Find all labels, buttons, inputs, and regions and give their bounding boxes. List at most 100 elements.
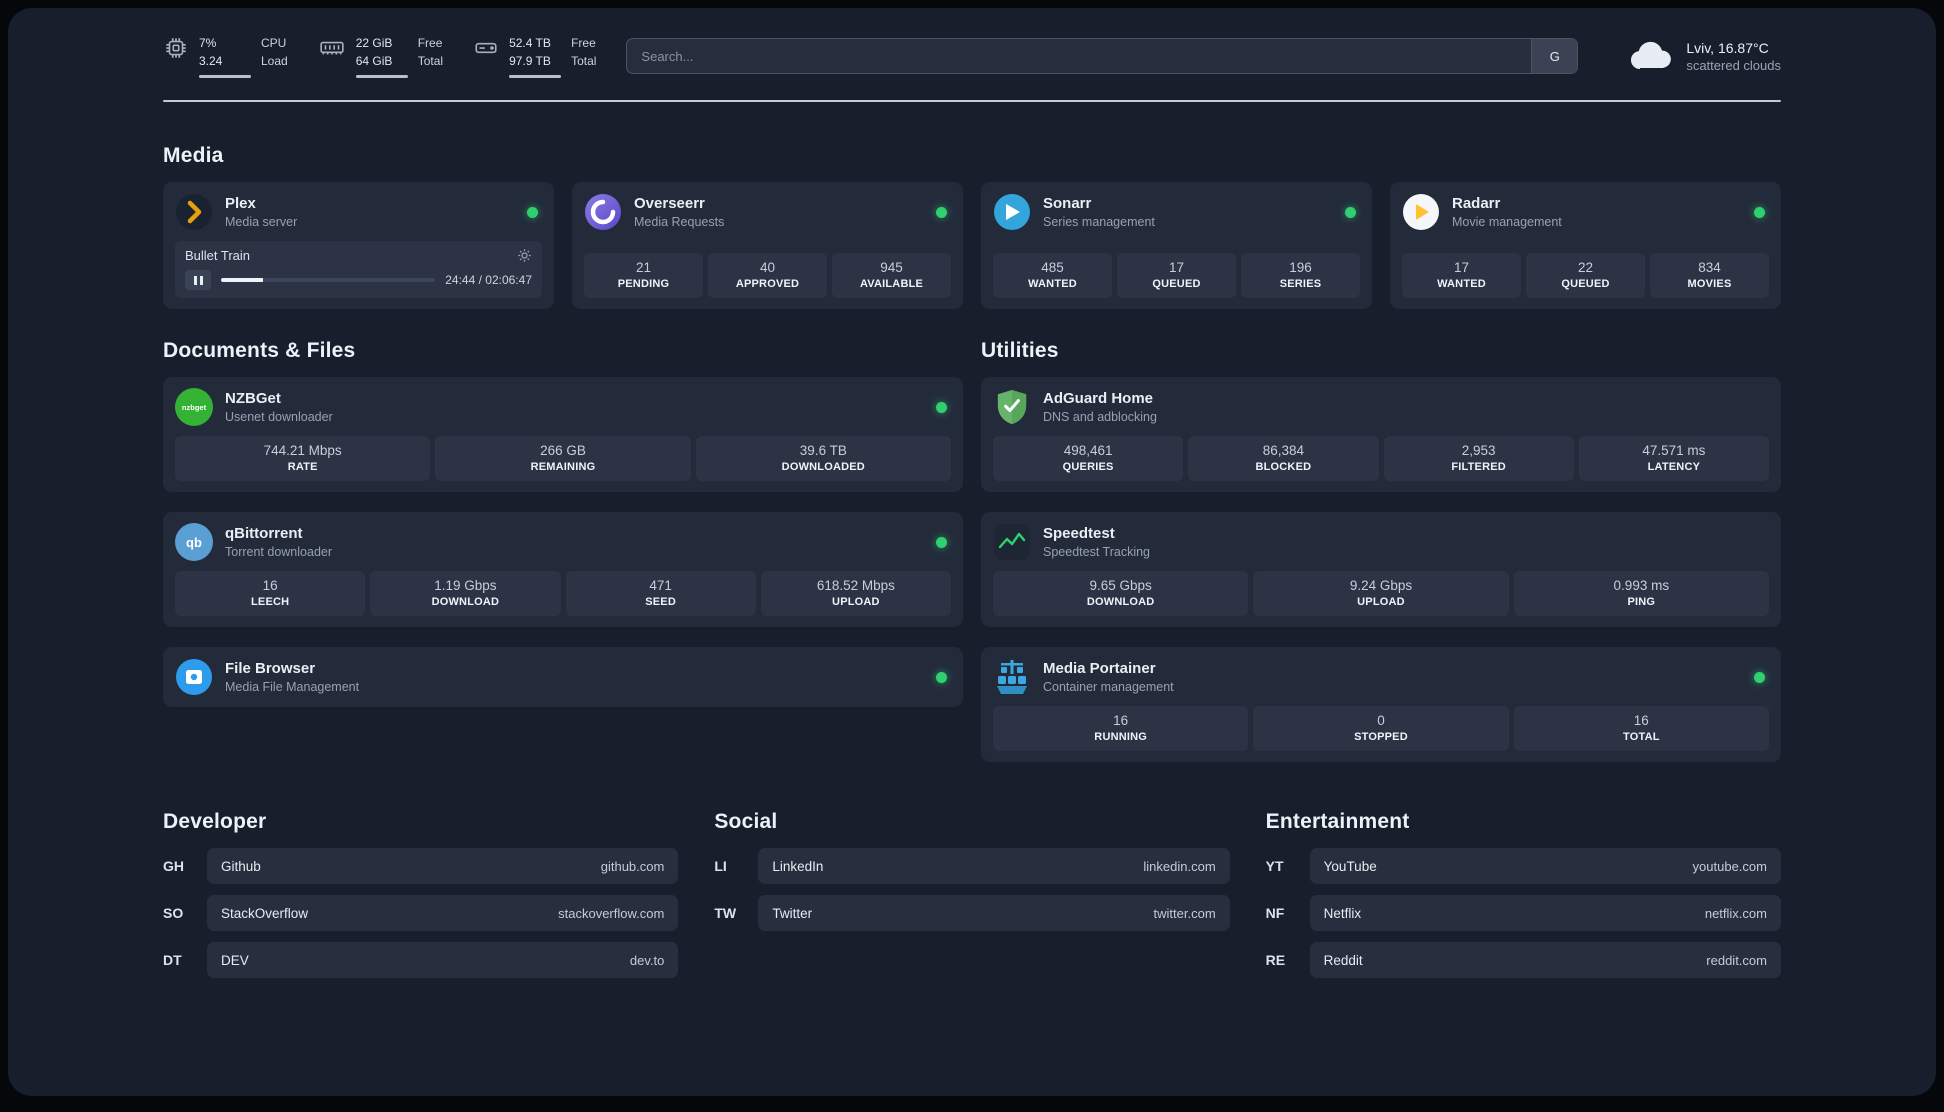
- topbar-divider: [163, 100, 1781, 102]
- bookmark-stackoverflow[interactable]: SO StackOverflow stackoverflow.com: [163, 895, 679, 931]
- bookmark-name: YouTube: [1323, 858, 1377, 874]
- bookmark-dev[interactable]: DT DEV dev.to: [163, 942, 679, 978]
- stat-queued: 17 QUEUED: [1117, 253, 1236, 298]
- cpu-load-value: 3.24: [199, 54, 223, 68]
- stat-queued: 22 QUEUED: [1526, 253, 1645, 298]
- bookmark-url: stackoverflow.com: [558, 905, 665, 921]
- now-playing-title: Bullet Train: [185, 248, 251, 263]
- bookmark-abbr: LI: [714, 858, 727, 874]
- stat-leech: 16 LEECH: [175, 571, 366, 616]
- bookmark-reddit[interactable]: RE Reddit reddit.com: [1266, 942, 1781, 978]
- status-dot: [527, 206, 538, 218]
- sonarr-icon: [993, 193, 1031, 231]
- service-subtitle: Usenet downloader: [225, 410, 333, 424]
- service-card-portainer: Media Portainer Container management 16 …: [981, 647, 1781, 762]
- disk-free-value: 52.4 TB: [509, 36, 551, 50]
- search-bar[interactable]: G: [626, 38, 1579, 74]
- service-subtitle: DNS and adblocking: [1043, 410, 1157, 424]
- memory-widget: 22 GiB 64 GiB Free Total: [318, 34, 443, 78]
- service-adguard[interactable]: AdGuard Home DNS and adblocking: [993, 388, 1769, 426]
- service-name: Overseerr: [634, 195, 705, 212]
- plex-icon: [175, 193, 213, 231]
- search-engine-button[interactable]: G: [1531, 39, 1578, 73]
- service-subtitle: Media server: [225, 215, 298, 229]
- service-portainer[interactable]: Media Portainer Container management: [993, 658, 1769, 696]
- service-card-overseerr: Overseerr Media Requests 21 PENDING 40 A…: [572, 182, 963, 309]
- seek-progress: [221, 278, 263, 282]
- entertainment-section-title: Entertainment: [1265, 810, 1410, 833]
- weather-location: Lviv, 16.87°C: [1686, 39, 1769, 56]
- service-subtitle: Media Requests: [634, 215, 725, 229]
- memory-free-value: 22 GiB: [355, 36, 393, 50]
- bookmark-youtube[interactable]: YT YouTube youtube.com: [1266, 848, 1781, 884]
- status-dot: [936, 206, 947, 218]
- memory-usage-bar: [355, 75, 408, 78]
- search-input[interactable]: [627, 39, 1532, 73]
- bookmark-url: github.com: [600, 858, 665, 874]
- memory-total-value: 64 GiB: [355, 54, 393, 68]
- section-documents: Documents & Files nzbget NZBGet Usenet d…: [163, 339, 963, 707]
- bookmark-twitter[interactable]: TW Twitter twitter.com: [714, 895, 1230, 931]
- bookmark-github[interactable]: GH Github github.com: [163, 848, 679, 884]
- weather-widget: Lviv, 16.87°C scattered clouds: [1628, 40, 1781, 73]
- service-subtitle: Container management: [1043, 680, 1174, 694]
- service-radarr[interactable]: Radarr Movie management: [1402, 193, 1769, 231]
- section-media: Media Plex Media server Bullet Train 24:…: [163, 144, 1781, 309]
- bookmark-url: youtube.com: [1692, 858, 1767, 874]
- status-dot: [936, 536, 947, 548]
- section-social: Social LI LinkedIn linkedin.com TW Twitt…: [714, 810, 1230, 978]
- stat-approved: 40 APPROVED: [708, 253, 827, 298]
- bookmark-name: Reddit: [1323, 952, 1363, 968]
- cpu-widget: 7% 3.24 CPU Load: [163, 34, 288, 78]
- disk-widget: 52.4 TB 97.9 TB Free Total: [473, 34, 596, 78]
- service-filebrowser[interactable]: File Browser Media File Management: [175, 658, 951, 696]
- disk-total-value: 97.9 TB: [509, 54, 551, 68]
- adguard-icon: [993, 388, 1031, 426]
- service-card-nzbget: nzbget NZBGet Usenet downloader 744.21 M…: [163, 377, 963, 492]
- media-section-title: Media: [163, 144, 224, 167]
- service-sonarr[interactable]: Sonarr Series management: [993, 193, 1360, 231]
- bookmark-netflix[interactable]: NF Netflix netflix.com: [1266, 895, 1781, 931]
- documents-section-title: Documents & Files: [163, 339, 356, 362]
- stat-rate: 744.21 Mbps RATE: [175, 436, 431, 481]
- service-nzbget[interactable]: nzbget NZBGet Usenet downloader: [175, 388, 951, 426]
- pause-button[interactable]: [185, 270, 211, 290]
- bookmark-url: twitter.com: [1153, 905, 1216, 921]
- cpu-icon: [163, 35, 189, 61]
- service-name: File Browser: [225, 660, 316, 677]
- service-name: NZBGet: [225, 390, 281, 407]
- system-metrics: 7% 3.24 CPU Load 22 GiB 64 GiB Free Tota…: [163, 34, 596, 78]
- bookmark-linkedin[interactable]: LI LinkedIn linkedin.com: [714, 848, 1230, 884]
- stat-available: 945 AVAILABLE: [832, 253, 951, 298]
- stat-latency: 47.571 ms LATENCY: [1578, 436, 1769, 481]
- stat-remaining: 266 GB REMAINING: [435, 436, 691, 481]
- portainer-icon: [993, 658, 1031, 696]
- memory-total-label: Total: [417, 54, 444, 68]
- service-speedtest[interactable]: Speedtest Speedtest Tracking: [993, 523, 1769, 561]
- bookmark-abbr: DT: [163, 952, 182, 968]
- service-plex[interactable]: Plex Media server: [175, 193, 542, 231]
- disk-total-label: Total: [571, 54, 597, 68]
- service-name: Radarr: [1452, 195, 1501, 212]
- status-dot: [1345, 206, 1356, 218]
- developer-section-title: Developer: [163, 810, 267, 833]
- bookmark-url: netflix.com: [1704, 905, 1767, 921]
- bookmark-url: dev.to: [629, 952, 665, 968]
- service-subtitle: Movie management: [1452, 215, 1562, 229]
- service-card-radarr: Radarr Movie management 17 WANTED 22 QUE…: [1390, 182, 1781, 309]
- bookmark-name: Github: [221, 858, 261, 874]
- bookmark-abbr: GH: [163, 858, 184, 874]
- service-overseerr[interactable]: Overseerr Media Requests: [584, 193, 951, 231]
- dashboard: 7% 3.24 CPU Load 22 GiB 64 GiB Free Tota…: [8, 8, 1936, 1096]
- cpu-percent: 7%: [199, 36, 217, 50]
- stat-seed: 471 SEED: [565, 571, 756, 616]
- service-card-sonarr: Sonarr Series management 485 WANTED 17 Q…: [981, 182, 1372, 309]
- social-section-title: Social: [714, 810, 778, 833]
- service-name: AdGuard Home: [1043, 390, 1154, 407]
- plex-now-playing: Bullet Train 24:44 / 02:06:47: [175, 241, 542, 298]
- service-qbittorrent[interactable]: qb qBittorrent Torrent downloader: [175, 523, 951, 561]
- stat-filtered: 2,953 FILTERED: [1383, 436, 1574, 481]
- stat-running: 16 RUNNING: [993, 706, 1249, 751]
- seek-bar[interactable]: [221, 278, 436, 282]
- player-settings-gear-icon[interactable]: [517, 248, 532, 263]
